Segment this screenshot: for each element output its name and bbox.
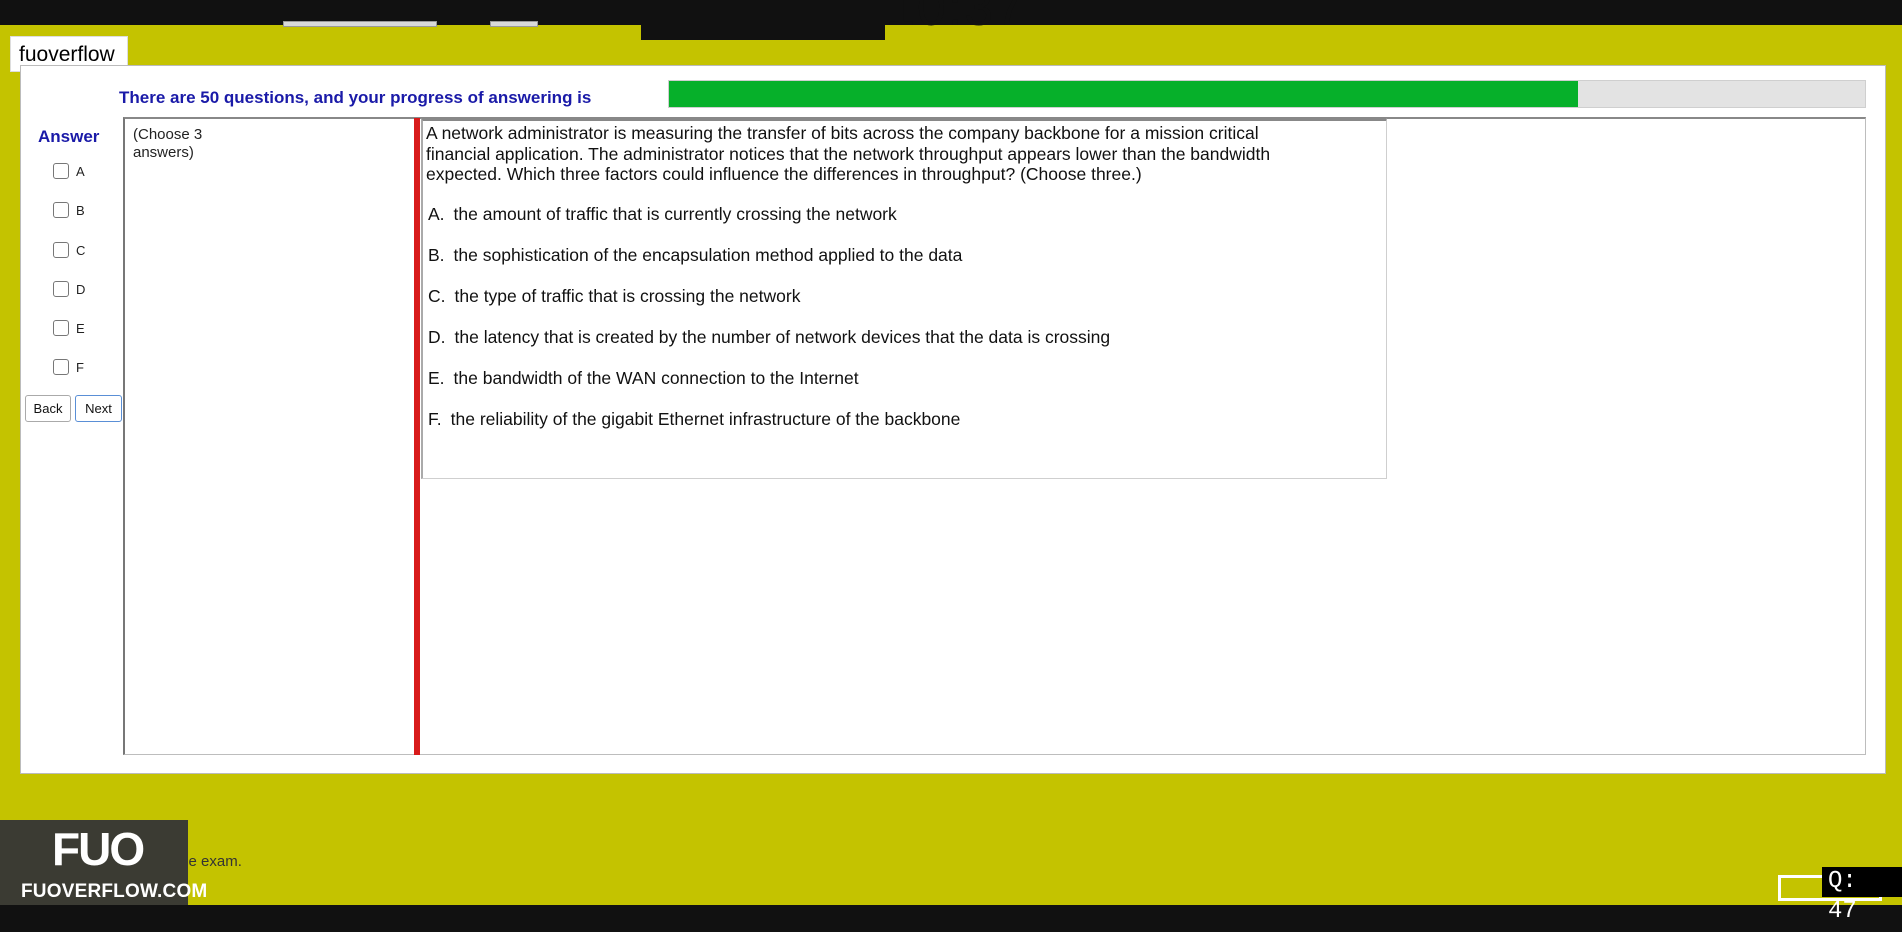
option-letter: E — [76, 320, 85, 336]
question-stem: A network administrator is measuring the… — [426, 123, 1271, 184]
answer-option-e[interactable]: E — [53, 318, 85, 338]
answer-heading: Answer — [38, 127, 100, 146]
choose-note: (Choose 3 answers) — [133, 126, 203, 161]
timer-box — [641, 20, 885, 40]
option-letter: D — [76, 281, 86, 297]
bottom-bar — [0, 905, 1902, 932]
answer-option-c[interactable]: C — [53, 240, 85, 260]
option-letter: B — [76, 202, 85, 218]
choice-a: A. the amount of traffic that is currentl… — [428, 204, 897, 225]
choice-letter: E. — [428, 368, 445, 388]
answer-option-b[interactable]: B — [53, 200, 85, 220]
checkbox[interactable] — [53, 359, 69, 375]
choice-letter: C. — [428, 286, 446, 306]
panel-divider[interactable] — [414, 118, 420, 755]
option-letter: A — [76, 163, 85, 179]
choice-text: the bandwidth of the WAN connection to t… — [453, 368, 859, 388]
choice-text: the amount of traffic that is currently … — [453, 204, 897, 224]
choice-text: the reliability of the gigabit Ethernet … — [450, 409, 961, 429]
checkbox[interactable] — [53, 242, 69, 258]
progress-label: There are 50 questions, and your progres… — [119, 88, 592, 107]
fuo-logo: FUO — [52, 823, 145, 875]
back-button[interactable]: Back — [25, 395, 71, 422]
choice-c: C. the type of traffic that is crossing t… — [428, 286, 800, 307]
choice-e: E. the bandwidth of the WAN connection to… — [428, 368, 859, 389]
progress-bar-fill — [669, 81, 1578, 107]
choice-letter: A. — [428, 204, 445, 224]
cropped-field — [283, 21, 437, 27]
choice-text: the latency that is created by the numbe… — [454, 327, 1111, 347]
checkbox[interactable] — [53, 163, 69, 179]
logo-site-text: FUOVERFLOW.COM — [21, 881, 208, 902]
answer-option-f[interactable]: F — [53, 357, 84, 377]
option-letter: F — [76, 359, 84, 375]
checkbox[interactable] — [53, 202, 69, 218]
choice-letter: B. — [428, 245, 445, 265]
choice-d: D. the latency that is created by the num… — [428, 327, 1110, 348]
cropped-field — [490, 21, 538, 27]
option-letter: C — [76, 242, 86, 258]
checkbox[interactable] — [53, 281, 69, 297]
answer-option-a[interactable]: A — [53, 161, 85, 181]
next-button[interactable]: Next — [75, 395, 122, 422]
timer-display: 10:37 — [886, 0, 1027, 37]
choice-letter: D. — [428, 327, 446, 347]
progress-bar — [668, 80, 1866, 108]
choice-b: B. the sophistication of the encapsulatio… — [428, 245, 962, 266]
choice-f: F. the reliability of the gigabit Etherne… — [428, 409, 960, 430]
question-number-badge: Q: 47 — [1822, 867, 1902, 925]
checkbox[interactable] — [53, 320, 69, 336]
choice-text: the type of traffic that is crossing the… — [454, 286, 801, 306]
choice-letter: F. — [428, 409, 442, 429]
choice-text: the sophistication of the encapsulation … — [453, 245, 963, 265]
answer-option-d[interactable]: D — [53, 279, 85, 299]
